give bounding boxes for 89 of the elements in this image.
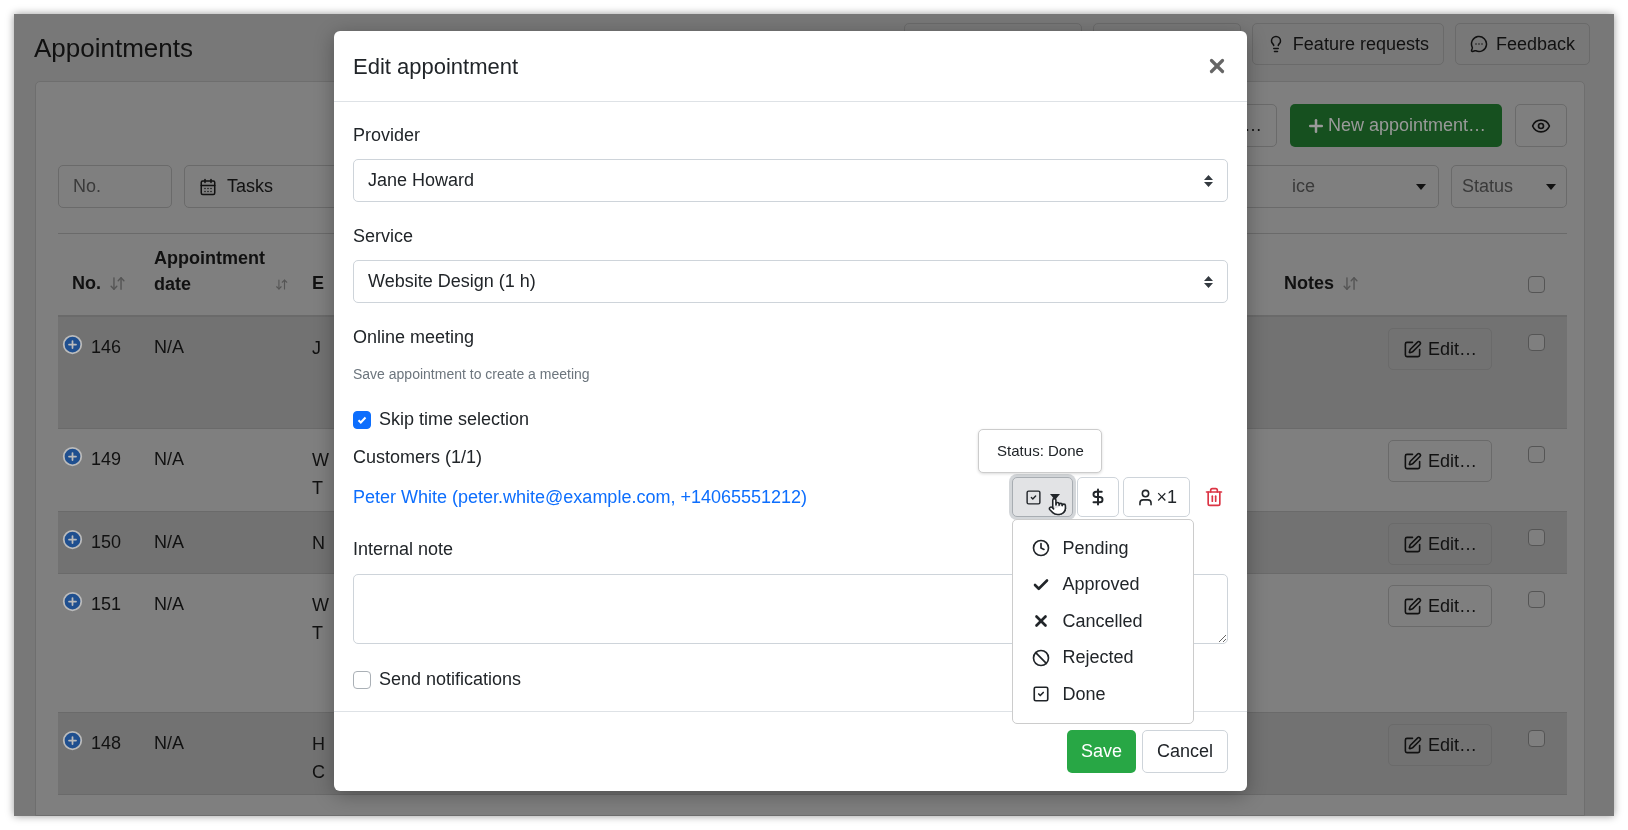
table-cell-text: J [312,337,321,360]
caret-icon [1546,183,1556,190]
row-checkbox[interactable] [1527,730,1545,747]
edit-button[interactable]: Edit… [1388,523,1493,565]
status-menu-item[interactable]: Pending [1013,530,1194,567]
pencil-icon [1403,534,1422,554]
table-cell-text: T [312,477,323,500]
field-label: Provider [353,124,421,147]
status-menu-item[interactable]: Rejected [1013,639,1194,676]
payment-button[interactable] [1077,477,1120,517]
row-checkbox[interactable] [1527,591,1545,608]
row-checkbox[interactable] [1527,334,1545,351]
status-tooltip: Status: Done [978,429,1103,473]
skip-time-checkbox[interactable] [353,410,371,429]
edit-button[interactable]: Edit… [1388,440,1493,482]
page-title: Appointments [34,32,193,65]
select-arrows-icon [1204,275,1213,288]
expand-icon[interactable] [62,591,83,612]
status-filter[interactable]: Status [1451,165,1567,208]
status-menu-item[interactable]: Cancelled [1013,603,1194,640]
checkbox-icon [1032,685,1051,704]
hint-text: Save appointment to create a meeting [353,365,590,384]
cancel-button[interactable]: Cancel [1141,730,1228,773]
service-filter-text: ice [1291,175,1316,198]
provider-select[interactable]: Jane Howard [353,159,1228,202]
table-cell-text: 150 [91,531,122,554]
table-cell: N/A [154,337,184,357]
status-menu-item[interactable]: Approved [1013,566,1194,603]
column-header[interactable]: Appointment date [154,245,275,297]
pencil-icon [1403,339,1422,359]
column-header[interactable]: No. [72,270,101,297]
header-button[interactable]: Feedback [1454,23,1590,65]
row-checkbox[interactable] [1527,529,1545,546]
new-appointment-button[interactable]: New appointment… [1289,104,1502,147]
table-cell-text: T [312,622,323,645]
delete-icon[interactable] [1204,487,1224,507]
edit-button[interactable]: Edit… [1388,328,1493,370]
select-arrows-icon [1204,174,1213,187]
table-cell-text: W [312,449,329,472]
ban-icon [1032,648,1051,667]
pointer-cursor-icon [1048,497,1068,516]
table-cell-text: H [312,733,325,756]
table-cell-text: W [312,594,329,617]
pencil-icon [1403,596,1422,616]
number-filter-field[interactable]: No. [58,165,172,208]
save-button[interactable]: Save [1066,730,1136,773]
table-cell-text: 146 [91,336,122,359]
table-cell-text: 148 [91,732,122,755]
checkbox-label: Send notifications [379,668,522,691]
table-cell-text: 149 [91,448,122,471]
header-button[interactable]: Feature requests [1251,23,1444,65]
table-cell: N/A [154,594,184,614]
edit-button[interactable]: Edit… [1388,724,1493,766]
table-cell: N/A [154,449,184,469]
service-select[interactable]: Website Design (1 h) [353,260,1228,303]
field-label: Customers (1/1) [353,446,483,469]
field-label: Service [353,225,414,248]
visibility-button[interactable] [1515,104,1567,147]
send-notifications-checkbox[interactable] [353,670,371,689]
expand-icon[interactable] [62,446,83,467]
checkbox-label: Skip time selection [379,408,530,431]
field-label: Online meeting [353,326,475,349]
column-header[interactable]: E [312,273,324,293]
pencil-icon [1403,451,1422,471]
row-checkbox[interactable] [1527,276,1545,293]
checkbox-icon [1025,488,1043,506]
table-cell-text: 151 [91,593,122,616]
status-menu-item[interactable]: Done [1013,676,1194,713]
column-header[interactable]: Notes [1284,270,1334,297]
expand-icon[interactable] [62,730,83,751]
edit-button[interactable]: Edit… [1388,585,1493,627]
caret-icon [1416,183,1426,190]
status-button[interactable] [1012,477,1074,517]
clock-icon [1032,539,1051,558]
caret-icon [1050,494,1061,500]
dialog-title: Edit appointment [353,52,519,81]
table-cell-text: C [312,761,325,784]
chat-icon [1469,35,1488,53]
people-count-button[interactable]: ×1 [1123,477,1190,517]
table-cell: N/A [154,733,184,753]
table-cell: N/A [154,532,184,552]
field-label: Internal note [353,538,454,561]
customer-link[interactable]: Peter White (peter.white@example.com, +14065551212) [353,483,808,511]
row-checkbox[interactable] [1527,446,1545,463]
table-cell-text: N [312,532,325,555]
pencil-icon [1403,735,1422,755]
expand-icon[interactable] [62,529,83,550]
calendar-icon [199,177,217,196]
expand-icon[interactable] [62,334,83,355]
